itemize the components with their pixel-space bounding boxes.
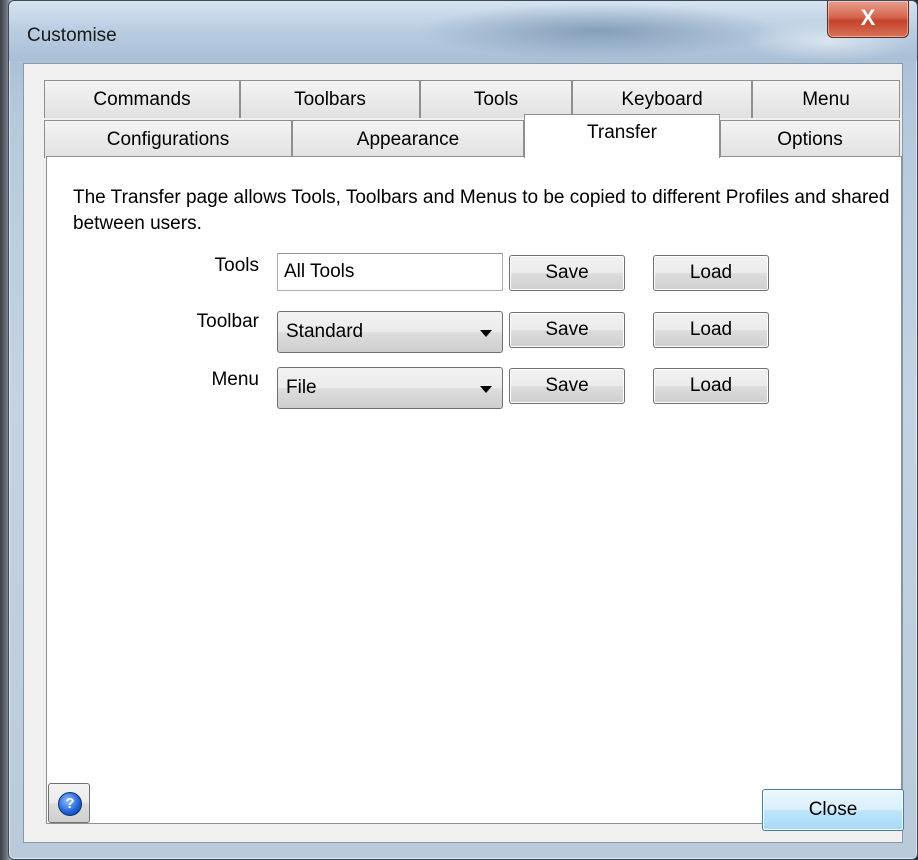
help-icon: ? — [58, 792, 82, 816]
tab-appearance[interactable]: Appearance — [292, 120, 524, 158]
tools-label: Tools — [214, 255, 259, 276]
tab-keyboard[interactable]: Keyboard — [572, 80, 752, 118]
toolbar-label: Toolbar — [196, 311, 259, 332]
tab-row-bottom: Configurations Appearance Transfer Optio… — [44, 114, 900, 160]
toolbar-save-button[interactable]: Save — [509, 312, 625, 348]
tab-row-top: Commands Toolbars Tools Keyboard Menu — [44, 80, 900, 120]
tab-transfer[interactable]: Transfer — [524, 114, 720, 158]
toolbar-load-button[interactable]: Load — [653, 312, 769, 348]
close-window-button[interactable]: X — [827, 1, 909, 38]
tools-field[interactable]: All Tools — [277, 253, 503, 291]
customise-dialog: Customise X Commands Toolbars Tools Keyb… — [8, 0, 918, 860]
menu-label: Menu — [211, 369, 259, 390]
dropdown-arrow-icon — [480, 386, 492, 393]
tab-menu[interactable]: Menu — [752, 80, 900, 118]
menu-select-value: File — [286, 377, 317, 398]
tools-save-button[interactable]: Save — [509, 255, 625, 291]
toolbar-select-value: Standard — [286, 321, 364, 342]
dialog-client-area: Commands Toolbars Tools Keyboard Menu Co… — [23, 63, 904, 843]
tab-configurations[interactable]: Configurations — [44, 120, 292, 158]
transfer-tab-panel: The Transfer page allows Tools, Toolbars… — [46, 156, 902, 824]
menu-save-button[interactable]: Save — [509, 368, 625, 404]
window-title: Customise — [27, 25, 117, 46]
transfer-description: The Transfer page allows Tools, Toolbars… — [73, 187, 890, 234]
help-button[interactable]: ? — [48, 783, 90, 823]
close-button[interactable]: Close — [762, 789, 904, 831]
tools-load-button[interactable]: Load — [653, 255, 769, 291]
tab-toolbars[interactable]: Toolbars — [240, 80, 420, 118]
tab-tools[interactable]: Tools — [420, 80, 572, 118]
tab-options[interactable]: Options — [720, 120, 900, 158]
tab-commands[interactable]: Commands — [44, 80, 240, 118]
menu-load-button[interactable]: Load — [653, 368, 769, 404]
title-bar[interactable]: Customise X — [9, 1, 917, 61]
dropdown-arrow-icon — [480, 330, 492, 337]
toolbar-select[interactable]: Standard — [277, 311, 503, 353]
menu-select[interactable]: File — [277, 367, 503, 409]
